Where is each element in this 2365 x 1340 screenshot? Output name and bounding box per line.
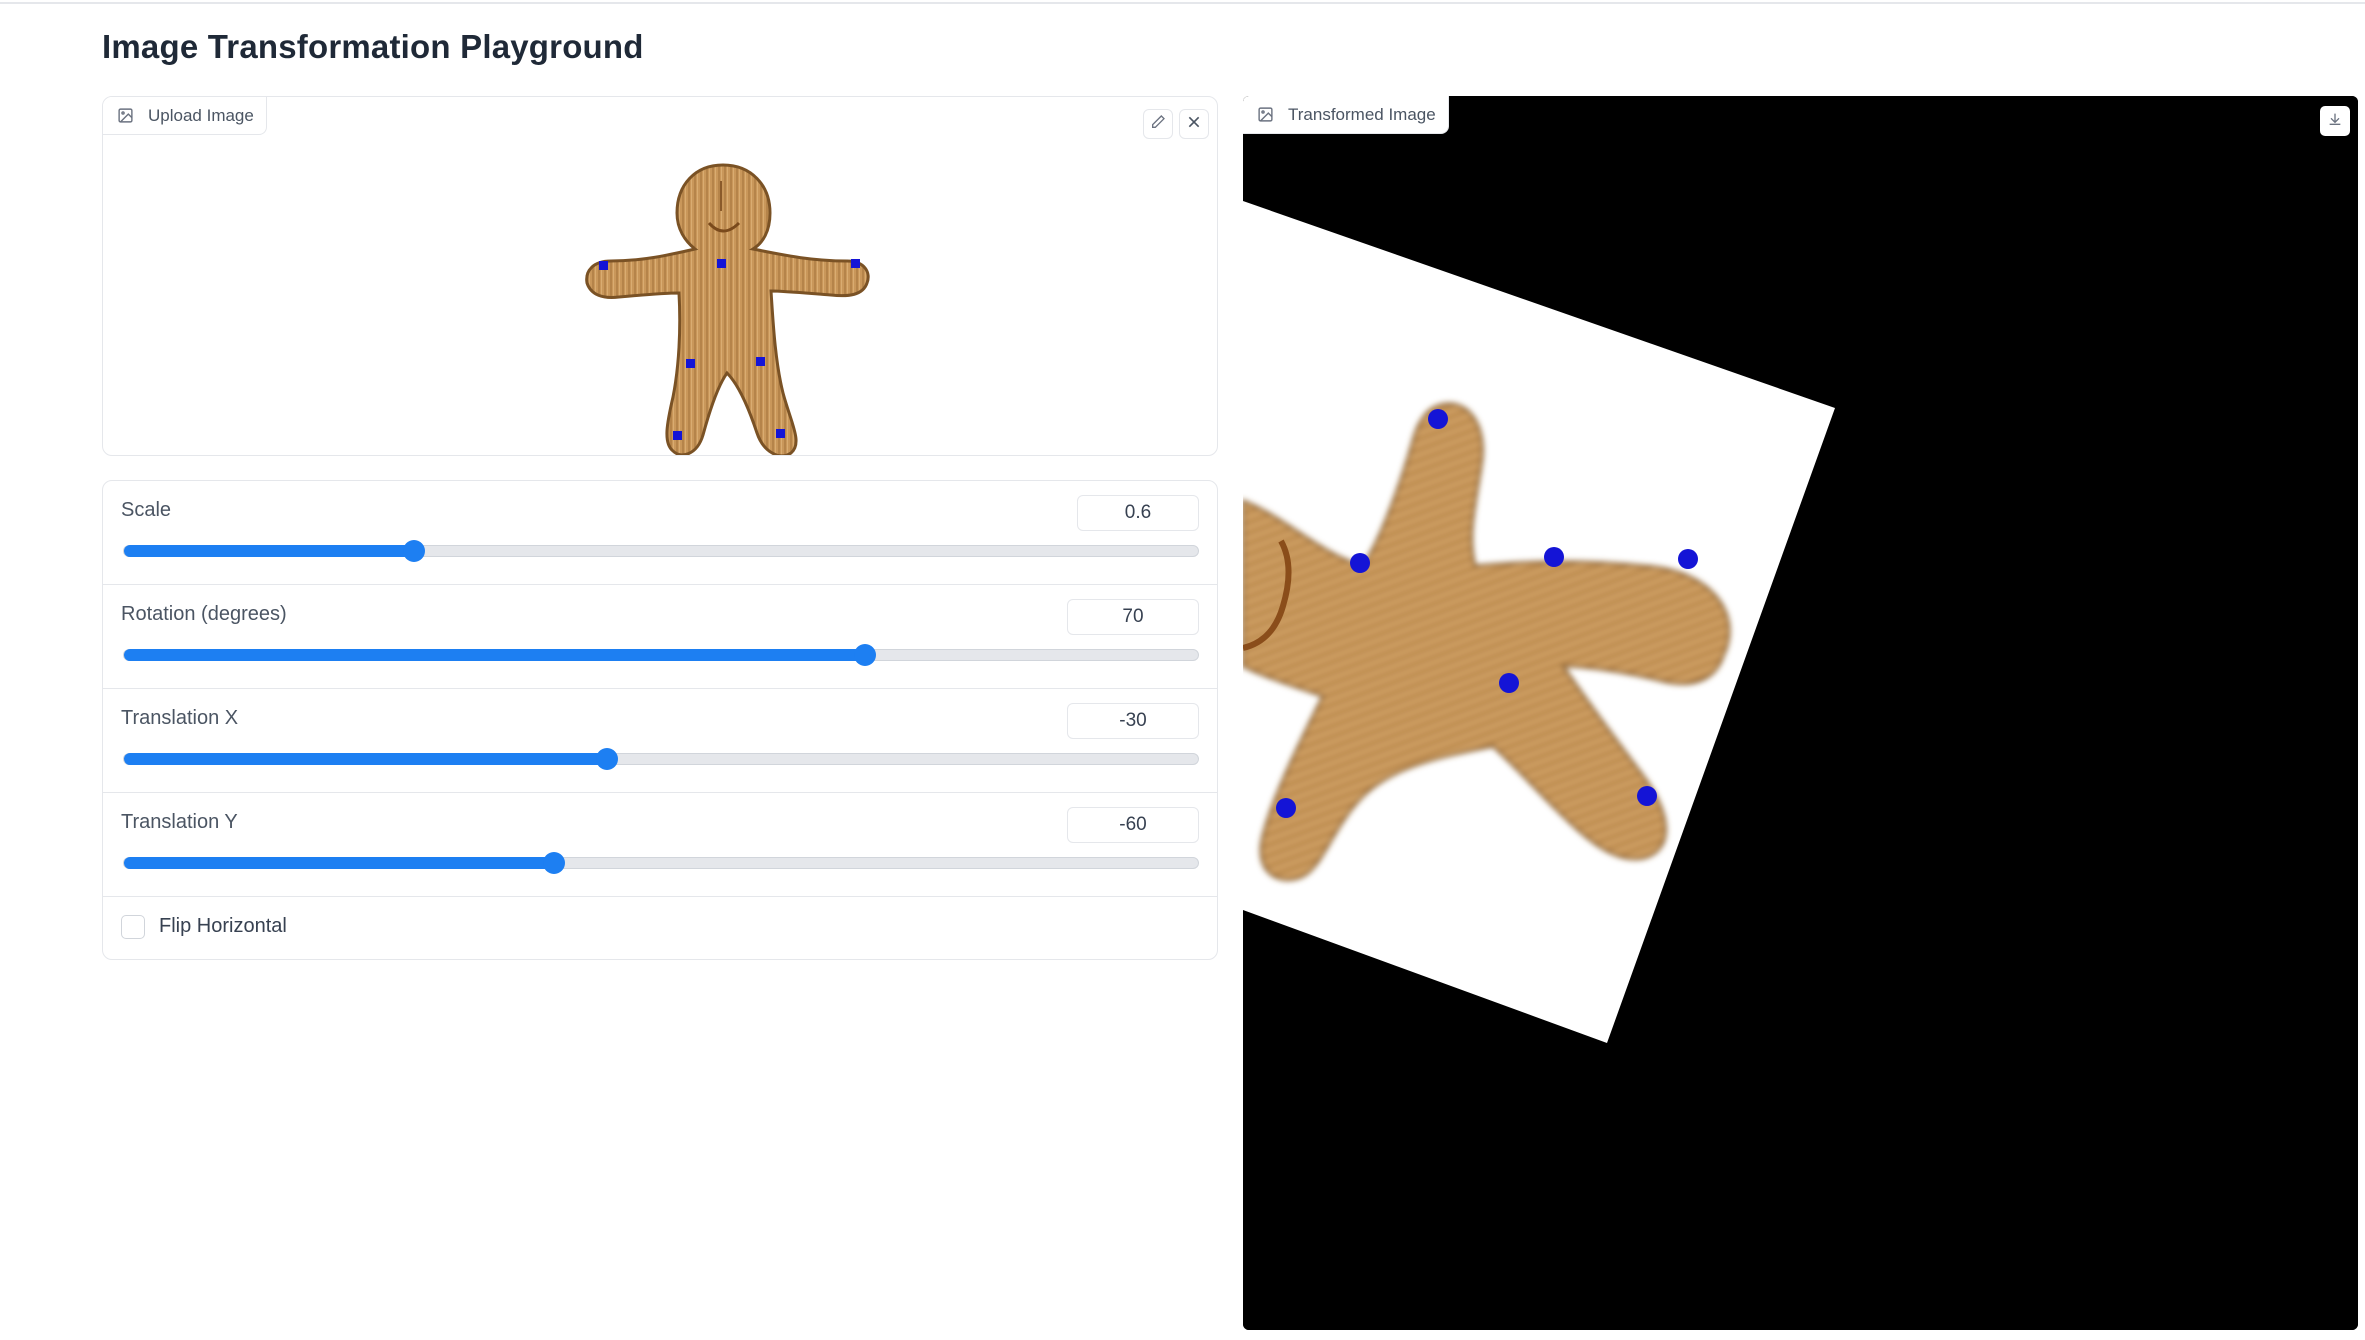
image-icon: [117, 107, 134, 124]
scale-slider-fill: [124, 545, 414, 557]
rotation-slider-thumb[interactable]: [854, 644, 877, 666]
translation-x-slider-fill: [124, 753, 608, 765]
translation-x-number-input[interactable]: -30: [1067, 703, 1199, 739]
rotation-slider[interactable]: [123, 644, 1199, 666]
translation-y-slider-row: Translation Y -60: [103, 793, 1217, 897]
translation-x-slider[interactable]: [123, 748, 1199, 770]
translation-y-slider[interactable]: [123, 852, 1199, 874]
transformed-image-label: Transformed Image: [1288, 104, 1436, 124]
gingerbread-man-image: [585, 163, 870, 455]
download-icon: [2327, 111, 2343, 132]
close-icon: [1186, 114, 1202, 135]
scale-slider-thumb[interactable]: [402, 540, 425, 562]
upload-image-label: Upload Image: [148, 105, 254, 125]
translation-y-number-input[interactable]: -60: [1067, 807, 1199, 843]
translation-x-label: Translation X: [121, 707, 239, 729]
edit-image-button[interactable]: [1143, 109, 1173, 139]
upload-image-label-tag: Upload Image: [103, 97, 267, 135]
pencil-icon: [1150, 114, 1166, 135]
translation-y-slider-fill: [124, 857, 554, 869]
upload-image-panel[interactable]: Upload Image: [102, 96, 1218, 456]
scale-slider-row: Scale 0.6: [103, 481, 1217, 585]
rotation-label: Rotation (degrees): [121, 603, 287, 625]
transform-controls-panel: Scale 0.6 Rotation (degrees) 70 Translat…: [102, 480, 1218, 960]
flip-horizontal-label[interactable]: Flip Horizontal: [159, 915, 287, 938]
rotation-slider-fill: [124, 649, 866, 661]
flip-horizontal-checkbox[interactable]: [121, 915, 145, 939]
transformed-image-label-tag: Transformed Image: [1243, 96, 1449, 134]
clear-image-button[interactable]: [1179, 109, 1209, 139]
rotation-slider-row: Rotation (degrees) 70: [103, 585, 1217, 689]
page-title: Image Transformation Playground: [102, 28, 644, 65]
top-border: [0, 0, 2365, 4]
flip-horizontal-row: Flip Horizontal: [103, 897, 1217, 959]
scale-slider[interactable]: [123, 540, 1199, 562]
scale-label: Scale: [121, 499, 172, 521]
transformed-image: [1243, 96, 2358, 1330]
transformed-image-panel: Transformed Image: [1243, 96, 2358, 1330]
translation-x-slider-thumb[interactable]: [596, 748, 619, 770]
translation-y-slider-thumb[interactable]: [542, 852, 565, 874]
scale-number-input[interactable]: 0.6: [1077, 495, 1199, 531]
rotation-number-input[interactable]: 70: [1067, 599, 1199, 635]
translation-x-slider-row: Translation X -30: [103, 689, 1217, 793]
download-button[interactable]: [2320, 106, 2350, 136]
image-icon: [1257, 106, 1274, 123]
translation-y-label: Translation Y: [121, 811, 238, 833]
